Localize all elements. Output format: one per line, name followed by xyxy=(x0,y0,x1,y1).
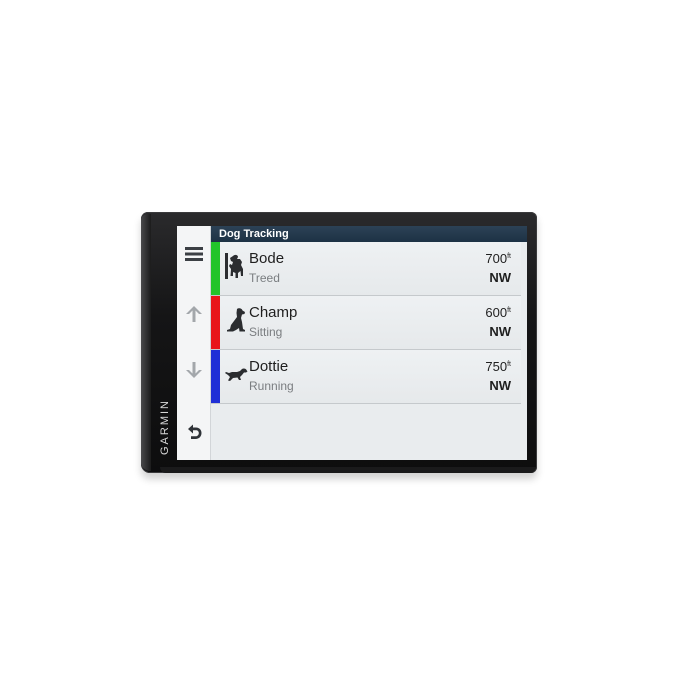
product-photo: GARMIN Dog Tracking Bode Treed 700ft NW … xyxy=(0,0,700,700)
scroll-down-button[interactable] xyxy=(177,350,210,390)
dog-distance: 750ft xyxy=(485,359,511,374)
dog-direction: NW xyxy=(489,378,511,393)
distance-value: 700 xyxy=(485,251,508,266)
distance-unit: ft xyxy=(507,253,511,260)
back-icon xyxy=(187,424,201,439)
dog-direction: NW xyxy=(489,324,511,339)
dog-name: Champ xyxy=(249,304,298,321)
dog-running-icon xyxy=(225,368,248,381)
distance-unit: ft xyxy=(507,361,511,368)
dog-status: Sitting xyxy=(249,325,283,339)
page-title: Dog Tracking xyxy=(211,226,527,242)
arrow-up-icon xyxy=(185,306,202,322)
dog-row-champ[interactable]: Champ Sitting 600ft NW xyxy=(211,296,521,350)
list-empty-area xyxy=(211,404,527,460)
menu-button[interactable] xyxy=(177,234,210,274)
dog-distance: 700ft xyxy=(485,251,511,266)
dog-list-panel: Dog Tracking Bode Treed 700ft NW Champ S… xyxy=(211,226,527,460)
dog-status: Treed xyxy=(249,271,280,285)
dog-color-stripe xyxy=(211,350,220,403)
device-screen: Dog Tracking Bode Treed 700ft NW Champ S… xyxy=(177,226,527,460)
menu-icon xyxy=(184,247,203,261)
back-button[interactable] xyxy=(177,412,210,452)
arrow-down-icon xyxy=(185,362,202,378)
dog-name: Dottie xyxy=(249,358,289,375)
dog-row-bode[interactable]: Bode Treed 700ft NW xyxy=(211,242,521,296)
dog-name: Bode xyxy=(249,250,285,267)
distance-unit: ft xyxy=(507,307,511,314)
dog-treed-icon xyxy=(225,253,243,279)
brand-text: GARMIN xyxy=(159,399,171,455)
dog-row-dottie[interactable]: Dottie Running 750ft NW xyxy=(211,350,521,404)
dog-color-stripe xyxy=(211,296,220,349)
scroll-up-button[interactable] xyxy=(177,294,210,334)
dog-status: Running xyxy=(249,379,294,393)
distance-value: 600 xyxy=(485,305,508,320)
device-bottom-edge xyxy=(160,467,536,473)
sidebar xyxy=(177,226,211,460)
distance-value: 750 xyxy=(485,359,508,374)
dog-distance: 600ft xyxy=(485,305,511,320)
dog-sitting-icon xyxy=(227,308,245,332)
dog-direction: NW xyxy=(489,270,511,285)
dog-color-stripe xyxy=(211,242,220,295)
